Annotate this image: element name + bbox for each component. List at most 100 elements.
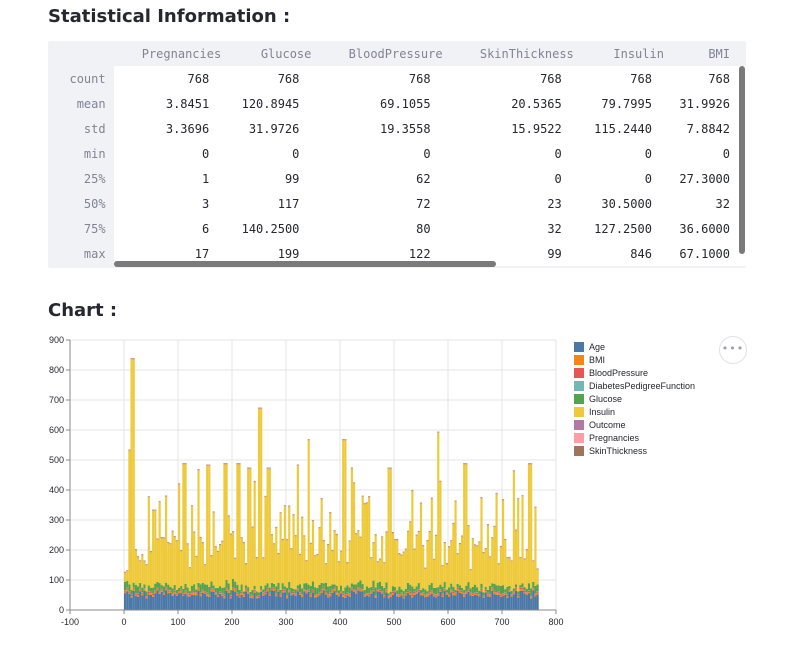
bar-segment [344, 596, 347, 598]
bar-segment [359, 588, 362, 590]
bar-segment [437, 431, 440, 433]
bar-segment [361, 589, 364, 591]
bar-segment [454, 595, 457, 610]
bar-segment [232, 590, 235, 610]
bar-segment [143, 588, 146, 590]
bar-segment [167, 543, 170, 585]
bar-segment [324, 582, 328, 591]
bar-segment [296, 588, 299, 590]
bar-segment [134, 595, 137, 610]
bar-segment [497, 585, 500, 592]
bar-segment [502, 500, 505, 586]
bar-segment [495, 593, 498, 595]
legend-item[interactable]: SkinThickness [574, 444, 695, 457]
bar-segment [247, 591, 250, 593]
bar-segment [512, 470, 515, 472]
bar-segment [368, 594, 371, 597]
bar-segment [333, 588, 336, 590]
bar-segment [471, 594, 474, 596]
legend-item[interactable]: Age [574, 340, 695, 353]
bar-segment [363, 595, 366, 597]
legend-item[interactable]: Outcome [574, 418, 695, 431]
bar-segment [301, 595, 304, 598]
bar-segment [257, 592, 261, 596]
bar-segment [473, 584, 477, 593]
bar-segment [432, 596, 436, 610]
bar-segment [327, 543, 330, 545]
legend-item[interactable]: DiabetesPedigreeFunction [574, 379, 695, 392]
legend-item[interactable]: Glucose [574, 392, 695, 405]
bar-segment [188, 596, 191, 610]
x-tick-label: 600 [440, 617, 455, 627]
bar-segment [270, 589, 274, 591]
bar-segment [132, 359, 135, 583]
bar-segment [530, 588, 533, 596]
x-tick-label: 200 [224, 617, 239, 627]
bar-segment [149, 594, 153, 610]
bar-segment [180, 585, 183, 590]
legend-item[interactable]: Insulin [574, 405, 695, 418]
bar-segment [352, 589, 356, 591]
bar-segment [219, 586, 222, 592]
bar-segment [493, 594, 496, 610]
bar-segment [346, 585, 349, 593]
bar-segment [234, 589, 237, 592]
bar-segment [519, 558, 522, 586]
bar-segment [489, 596, 492, 610]
bar-segment [324, 592, 328, 595]
bar-segment [443, 542, 446, 543]
bar-segment [124, 571, 127, 573]
bar-segment [512, 591, 515, 593]
bar-segment [314, 597, 317, 610]
bar-segment [473, 544, 477, 546]
bar-segment [376, 562, 379, 583]
y-tick-label: 300 [49, 515, 64, 525]
bar-segment [329, 592, 332, 595]
bar-segment [238, 596, 241, 598]
bar-segment [409, 592, 412, 594]
bar-segment [469, 595, 472, 610]
bar-segment [275, 594, 278, 597]
bar-segment [478, 590, 481, 595]
bar-segment [292, 589, 295, 592]
bar-segment [197, 588, 200, 589]
bar-segment [370, 557, 373, 558]
bar-segment [206, 596, 209, 610]
bar-segment [489, 594, 492, 596]
bar-segment [463, 464, 466, 590]
bar-segment [333, 531, 336, 585]
bar-segment [286, 595, 289, 597]
bar-segment [495, 492, 498, 494]
bar-segment [234, 557, 237, 559]
bar-segment [486, 594, 490, 597]
bar-segment [448, 595, 451, 597]
bar-segment [314, 596, 317, 598]
bar-segment [391, 586, 394, 592]
bar-segment [132, 582, 135, 588]
bar-segment [190, 505, 194, 506]
bar-segment [467, 589, 470, 591]
bar-segment [385, 590, 388, 593]
stacked-bar-chart[interactable]: 0 100 200 300 400 500 600 700 800 900 -100 0 100 200 3… [0, 0, 810, 650]
bar-segment [298, 594, 302, 610]
bar-segment [264, 592, 267, 594]
bar-segment [195, 589, 198, 593]
legend-item[interactable]: Pregnancies [574, 431, 695, 444]
legend-swatch [574, 367, 584, 378]
bar-segment [199, 537, 202, 585]
legend-item[interactable]: BMI [574, 353, 695, 366]
bar-segment [456, 587, 459, 590]
bar-segment [279, 512, 282, 513]
bar-segment [221, 541, 224, 588]
chart-legend: Age BMI BloodPressure DiabetesPedigreeFunct… [574, 340, 695, 457]
bar-segment [409, 594, 412, 610]
legend-label: BMI [589, 354, 606, 365]
chart-more-options-button[interactable]: ••• [719, 336, 747, 364]
bar-segment [331, 590, 334, 593]
bar-segment [406, 593, 410, 610]
bar-segment [229, 590, 232, 596]
bar-segment [460, 593, 464, 610]
legend-item[interactable]: BloodPressure [574, 366, 695, 379]
bar-segment [143, 589, 146, 591]
bar-segment [303, 535, 306, 537]
